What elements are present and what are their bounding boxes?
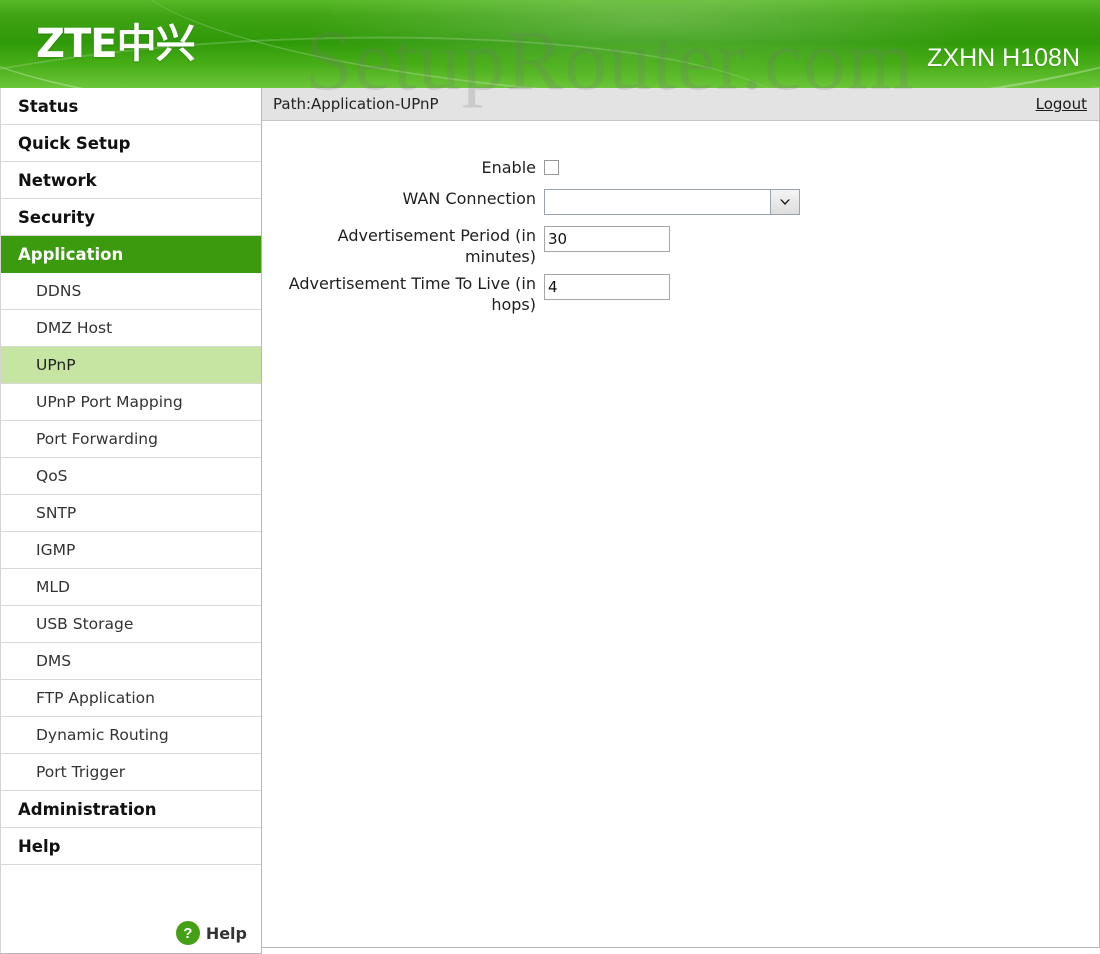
chevron-down-icon [770, 190, 799, 214]
breadcrumb-bar: Path:Application-UPnP Logout [262, 88, 1099, 121]
sidebar-footer: ? Help [1, 865, 261, 953]
sidebar-item-port-trigger[interactable]: Port Trigger [1, 754, 261, 791]
advertisement-ttl-input[interactable] [544, 274, 670, 300]
help-badge-label: Help [205, 923, 247, 943]
sidebar-item-dms[interactable]: DMS [1, 643, 261, 680]
enable-label: Enable [481, 158, 537, 177]
sidebar-item-mld[interactable]: MLD [1, 569, 261, 606]
question-mark-icon: ? [175, 921, 200, 945]
advertisement-period-field [544, 225, 670, 252]
sidebar-item-quick-setup[interactable]: Quick Setup [1, 125, 261, 162]
advertisement-period-label: Advertisement Period (in minutes) [337, 226, 536, 266]
sidebar-item-status[interactable]: Status [1, 88, 261, 125]
upnp-settings-form: Enable WAN Connection Advertisement Peri… [262, 121, 1099, 315]
sidebar-item-upnp[interactable]: UPnP [1, 347, 261, 384]
form-row-enable: Enable [262, 157, 1099, 178]
header-glow-decoration [300, 0, 1000, 80]
sidebar-item-security[interactable]: Security [1, 199, 261, 236]
router-model-name: ZXHN H108N [927, 44, 1080, 72]
wan-connection-selected-value [545, 190, 770, 214]
sidebar-item-application[interactable]: Application [1, 236, 261, 273]
sidebar-item-upnp-port-mapping[interactable]: UPnP Port Mapping [1, 384, 261, 421]
help-badge[interactable]: ? Help [175, 921, 247, 945]
enable-field [544, 157, 559, 177]
enable-checkbox[interactable] [544, 160, 559, 175]
sidebar-item-dmz-host[interactable]: DMZ Host [1, 310, 261, 347]
sidebar-navigation: Status Quick Setup Network Security Appl… [0, 88, 262, 954]
main-content: Path:Application-UPnP Logout Enable WAN … [262, 88, 1100, 948]
sidebar-item-help[interactable]: Help [1, 828, 261, 865]
form-row-advertisement-period: Advertisement Period (in minutes) [262, 225, 1099, 267]
form-row-wan-connection: WAN Connection [262, 188, 1099, 215]
sidebar-item-dynamic-routing[interactable]: Dynamic Routing [1, 717, 261, 754]
sidebar-item-usb-storage[interactable]: USB Storage [1, 606, 261, 643]
sidebar-item-ftp-application[interactable]: FTP Application [1, 680, 261, 717]
logout-link[interactable]: Logout [1036, 95, 1087, 113]
wan-connection-select[interactable] [544, 189, 800, 215]
wan-connection-label: WAN Connection [402, 189, 536, 208]
router-admin-page: ZTE中兴 ZXHN H108N SetupRouter.com Status … [0, 0, 1100, 954]
page-body: Status Quick Setup Network Security Appl… [0, 88, 1100, 954]
sidebar-item-sntp[interactable]: SNTP [1, 495, 261, 532]
sidebar-item-igmp[interactable]: IGMP [1, 532, 261, 569]
breadcrumb: Path:Application-UPnP [273, 95, 439, 113]
wan-connection-field [544, 188, 800, 215]
sidebar-item-administration[interactable]: Administration [1, 791, 261, 828]
advertisement-period-input[interactable] [544, 226, 670, 252]
sidebar-item-qos[interactable]: QoS [1, 458, 261, 495]
sidebar-item-network[interactable]: Network [1, 162, 261, 199]
page-header: ZTE中兴 ZXHN H108N [0, 0, 1100, 88]
zte-logo: ZTE中兴 [36, 21, 196, 67]
sidebar-item-port-forwarding[interactable]: Port Forwarding [1, 421, 261, 458]
advertisement-ttl-field [544, 273, 670, 300]
sidebar-item-ddns[interactable]: DDNS [1, 273, 261, 310]
form-row-advertisement-ttl: Advertisement Time To Live (in hops) [262, 273, 1099, 315]
advertisement-ttl-label: Advertisement Time To Live (in hops) [288, 274, 536, 314]
